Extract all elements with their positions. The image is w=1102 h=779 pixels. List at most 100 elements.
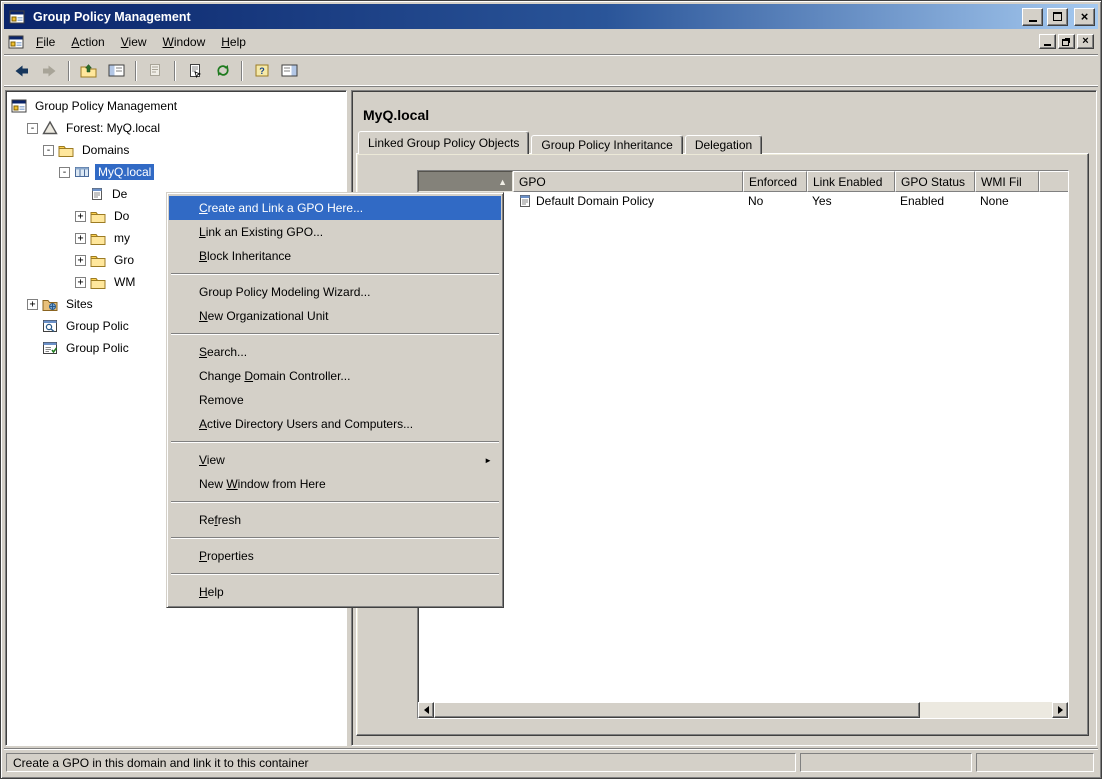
minimize-button[interactable]: [1022, 8, 1043, 26]
menu-item-new-window-from-here[interactable]: New Window from Here: [169, 472, 501, 496]
properties-icon: [187, 63, 203, 78]
app-icon[interactable]: [9, 9, 25, 25]
scrollbar-thumb[interactable]: [434, 702, 920, 718]
menu-view[interactable]: View: [113, 32, 155, 52]
tree-item-label: Forest: MyQ.local: [63, 120, 163, 136]
tree-item-label: Gro: [111, 252, 137, 268]
minimize-icon: [1044, 44, 1051, 46]
status-panel-2: [800, 753, 972, 772]
tree-item-domains[interactable]: - Domains: [6, 139, 346, 161]
tree-item-label: Domains: [79, 142, 132, 158]
status-panel-3: [976, 753, 1094, 772]
action-pane-icon: [281, 63, 298, 78]
menu-item-properties[interactable]: Properties: [169, 544, 501, 568]
column-link-order[interactable]: ▲: [418, 171, 513, 192]
collapse-icon[interactable]: -: [27, 123, 38, 134]
mdi-restore-button[interactable]: [1058, 34, 1075, 49]
expand-icon[interactable]: +: [75, 277, 86, 288]
menu-action[interactable]: Action: [63, 32, 112, 52]
menu-item-link-existing-gpo[interactable]: Link an Existing GPO...: [169, 220, 501, 244]
tree-item-label: Sites: [63, 296, 96, 312]
column-wmi-filter[interactable]: WMI Fil: [975, 171, 1039, 192]
scroll-right-button[interactable]: [1052, 702, 1068, 718]
column-enforced[interactable]: Enforced: [743, 171, 807, 192]
menu-item-block-inheritance[interactable]: Block Inheritance: [169, 244, 501, 268]
page-title: MyQ.local: [363, 107, 429, 123]
tree-item-domain-myq-local[interactable]: - MyQ.local: [6, 161, 346, 183]
tree-item-group-policy-management[interactable]: Group Policy Management: [6, 95, 346, 117]
folder-icon: [90, 254, 106, 267]
gpmc-window: Group Policy Management × File Action Vi…: [0, 0, 1102, 779]
close-button[interactable]: ×: [1074, 8, 1095, 26]
cell-wmi-filter: None: [975, 194, 1039, 208]
expand-icon[interactable]: +: [75, 233, 86, 244]
table-row[interactable]: Default Domain Policy No Yes Enabled Non…: [418, 192, 1069, 210]
menu-item-create-and-link-gpo[interactable]: Create and Link a GPO Here...: [169, 196, 501, 220]
folder-icon: [58, 144, 74, 157]
toolbar-separator: [241, 61, 243, 81]
menu-item-help[interactable]: Help: [169, 580, 501, 604]
titlebar[interactable]: Group Policy Management ×: [4, 4, 1098, 29]
group-policy-modeling-icon: [42, 319, 58, 333]
column-link-enabled[interactable]: Link Enabled: [807, 171, 895, 192]
cell-link-enabled: Yes: [807, 194, 895, 208]
menu-item-active-directory-users-and-computers[interactable]: Active Directory Users and Computers...: [169, 412, 501, 436]
collapse-icon[interactable]: -: [43, 145, 54, 156]
tree-item-label: Group Policy Management: [32, 98, 180, 114]
domain-icon: [74, 164, 90, 180]
gpo-name: Default Domain Policy: [536, 194, 654, 208]
forward-button: [37, 59, 62, 83]
menu-window[interactable]: Window: [155, 32, 214, 52]
tree-item-forest[interactable]: - Forest: MyQ.local: [6, 117, 346, 139]
menu-item-remove[interactable]: Remove: [169, 388, 501, 412]
horizontal-scrollbar[interactable]: [418, 702, 1068, 718]
tree-item-label: WM: [111, 274, 138, 290]
tab-delegation[interactable]: Delegation: [685, 135, 762, 154]
collapse-icon[interactable]: -: [59, 167, 70, 178]
maximize-icon: [1053, 12, 1062, 21]
expand-icon[interactable]: +: [75, 211, 86, 222]
tab-group-policy-inheritance[interactable]: Group Policy Inheritance: [531, 135, 682, 154]
up-one-level-button[interactable]: [76, 59, 101, 83]
folder-icon: [90, 232, 106, 245]
properties-button[interactable]: [182, 59, 207, 83]
column-gpo-status[interactable]: GPO Status: [895, 171, 975, 192]
mdi-minimize-button[interactable]: [1039, 34, 1056, 49]
scroll-left-icon: [420, 706, 429, 714]
maximize-button[interactable]: [1047, 8, 1068, 26]
mdi-close-button[interactable]: ×: [1077, 34, 1094, 49]
tab-strip: Linked Group Policy Objects Group Policy…: [358, 131, 764, 154]
menu-item-search[interactable]: Search...: [169, 340, 501, 364]
restore-icon: [1062, 39, 1069, 46]
show-hide-action-pane-button[interactable]: [277, 59, 302, 83]
svg-text:?: ?: [259, 66, 265, 76]
refresh-button[interactable]: [210, 59, 235, 83]
tree-item-label: Group Polic: [63, 318, 132, 334]
scroll-right-icon: [1058, 706, 1067, 714]
column-gpo[interactable]: GPO: [513, 171, 743, 192]
linked-gpo-list: ▲ GPO Enforced Link Enabled GPO Status W…: [417, 170, 1069, 719]
back-button[interactable]: [9, 59, 34, 83]
menu-item-group-policy-modeling-wizard[interactable]: Group Policy Modeling Wizard...: [169, 280, 501, 304]
menu-item-change-domain-controller[interactable]: Change Domain Controller...: [169, 364, 501, 388]
back-icon: [13, 63, 30, 79]
cell-gpo: Default Domain Policy: [513, 194, 743, 208]
menu-item-new-organizational-unit[interactable]: New Organizational Unit: [169, 304, 501, 328]
tree-item-label: De: [109, 186, 130, 202]
menu-help[interactable]: Help: [213, 32, 254, 52]
cell-gpo-status: Enabled: [895, 194, 975, 208]
menu-separator: [171, 333, 499, 335]
expand-icon[interactable]: +: [75, 255, 86, 266]
menubar: File Action View Window Help ×: [4, 29, 1098, 54]
console-icon[interactable]: [8, 34, 24, 50]
show-hide-console-tree-button[interactable]: [104, 59, 129, 83]
toolbar-separator: [68, 61, 70, 81]
expand-icon[interactable]: +: [27, 299, 38, 310]
menu-file[interactable]: File: [28, 32, 63, 52]
menu-item-view[interactable]: View►: [169, 448, 501, 472]
tab-linked-group-policy-objects[interactable]: Linked Group Policy Objects: [358, 131, 529, 154]
forward-icon: [41, 63, 58, 79]
menu-item-refresh[interactable]: Refresh: [169, 508, 501, 532]
help-button[interactable]: ?: [249, 59, 274, 83]
scroll-left-button[interactable]: [418, 702, 434, 718]
